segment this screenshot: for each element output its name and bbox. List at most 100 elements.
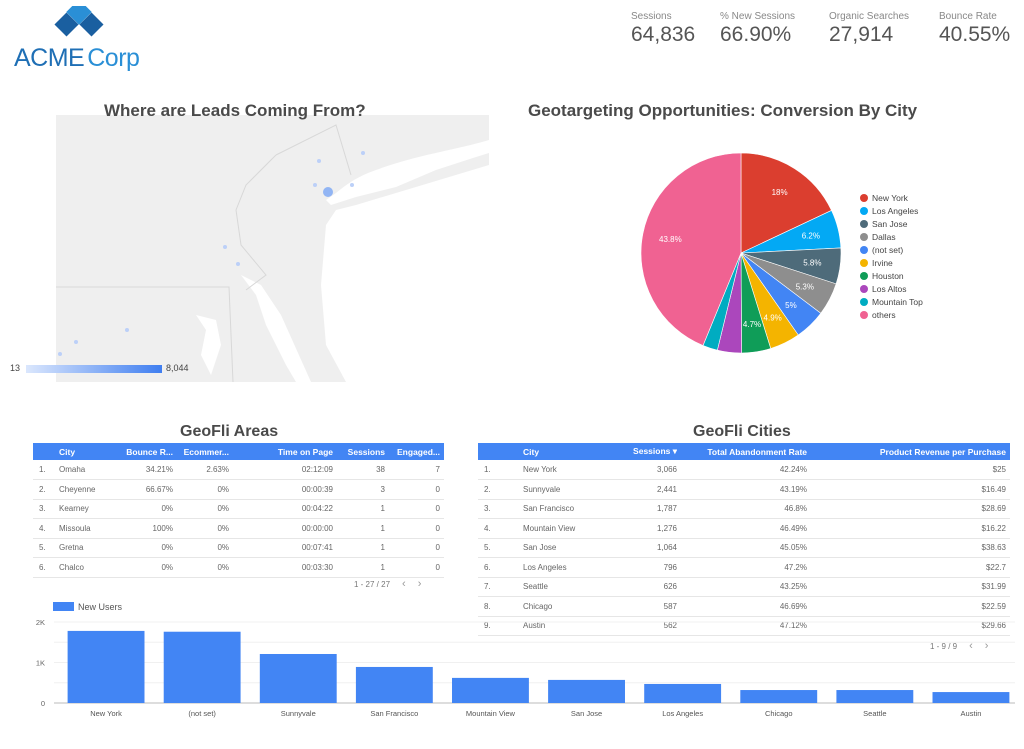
col-time-on-page[interactable]: Time on Page (229, 443, 333, 460)
table-cell: 0% (115, 538, 173, 558)
legend-dot-icon (860, 245, 868, 254)
pie-chart[interactable]: 18% 6.2% 5.8% 5.3% 5%4.9%4.7% 43.8% (630, 150, 850, 360)
table-cell: 3 (333, 479, 385, 500)
col-city[interactable]: City (523, 443, 613, 460)
pie-legend-item[interactable]: San Jose (860, 217, 923, 230)
kpi-label: Sessions (631, 11, 672, 22)
table-row[interactable]: 6. Chalco 0% 0% 00:03:30 1 0 (33, 557, 444, 578)
legend-label: New Users (78, 602, 123, 612)
legend-dot-icon (860, 297, 868, 306)
bar[interactable] (259, 653, 337, 703)
table-cell: $28.69 (807, 499, 1010, 519)
pie-slice-label: 6.2% (802, 232, 820, 241)
next-page-button[interactable]: › (418, 578, 422, 590)
col-sessions-sorted[interactable]: Sessions ▾ (613, 443, 677, 460)
table-row[interactable]: 1. New York 3,066 42.24% $25 (478, 460, 1010, 480)
map-bubble-large[interactable] (323, 187, 333, 197)
col-ecommerce[interactable]: Ecommer... (173, 443, 229, 460)
pie-legend-item[interactable]: Los Altos (860, 282, 923, 295)
table-cell: 0 (385, 518, 444, 539)
pie-legend-item[interactable]: Mountain Top (860, 295, 923, 308)
table-cell: Sunnyvale (523, 479, 613, 500)
table-row[interactable]: 2. Sunnyvale 2,441 43.19% $16.49 (478, 479, 1010, 500)
table-row[interactable]: 2. Cheyenne 66.67% 0% 00:00:39 3 0 (33, 479, 444, 500)
leads-map[interactable] (56, 115, 489, 382)
legend-dot-icon (860, 310, 868, 319)
kpi-organic-searches: Organic Searches 27,914 (829, 11, 909, 47)
table-row[interactable]: 6. Los Angeles 796 47.2% $22.7 (478, 557, 1010, 578)
table-cell: 796 (613, 557, 677, 578)
pie-legend-item[interactable]: Dallas (860, 230, 923, 243)
col-index (478, 443, 523, 460)
map-bubble[interactable] (58, 352, 62, 356)
bar[interactable] (932, 692, 1010, 703)
table-cell: 1 (333, 518, 385, 539)
col-revenue-per-purchase[interactable]: Product Revenue per Purchase (807, 443, 1010, 460)
pie-slice-label: 43.8% (659, 235, 682, 244)
table-row[interactable]: 3. Kearney 0% 0% 00:04:22 1 0 (33, 499, 444, 519)
bar[interactable] (452, 677, 529, 703)
map-bubble[interactable] (350, 183, 354, 187)
pie-legend-item[interactable]: Houston (860, 269, 923, 282)
areas-pagination: 1 - 27 / 27 ‹ › (354, 578, 421, 590)
bar[interactable] (548, 679, 625, 703)
map-bubble[interactable] (361, 151, 365, 155)
pie-slice-label: 4.9% (764, 314, 782, 323)
pie-legend-item[interactable]: others (860, 308, 923, 321)
map-bubble[interactable] (125, 328, 129, 332)
table-row[interactable]: 1. Omaha 34.21% 2.63% 02:12:09 38 7 (33, 460, 444, 480)
bar[interactable] (163, 631, 241, 703)
map-bubble[interactable] (223, 245, 227, 249)
bar[interactable] (355, 666, 433, 703)
col-sessions[interactable]: Sessions (333, 443, 385, 460)
table-row[interactable]: 4. Missoula 100% 0% 00:00:00 1 0 (33, 518, 444, 539)
map-bubble[interactable] (313, 183, 317, 187)
table-row[interactable]: 4. Mountain View 1,276 46.49% $16.22 (478, 518, 1010, 539)
table-cell: New York (523, 460, 613, 480)
pagination-text: 1 - 27 / 27 (354, 580, 391, 589)
legend-dot-icon (860, 284, 868, 293)
table-cell: 0% (115, 499, 173, 519)
pie-slice-label: 5.3% (796, 282, 814, 291)
table-cell: 1 (333, 557, 385, 578)
map-title: Where are Leads Coming From? (104, 101, 366, 120)
areas-table: City Bounce R... Ecommer... Time on Page… (33, 443, 444, 578)
table-cell: 4. (478, 518, 523, 539)
table-row[interactable]: 5. San Jose 1,064 45.05% $38.63 (478, 538, 1010, 558)
table-cell: 100% (115, 518, 173, 539)
pie-slice-label: 18% (772, 188, 788, 197)
table-cell: 1. (478, 460, 523, 480)
table-cell: 0% (115, 557, 173, 578)
legend-dot-icon (860, 193, 868, 202)
map-bubble[interactable] (74, 340, 78, 344)
table-row[interactable]: 3. San Francisco 1,787 46.8% $28.69 (478, 499, 1010, 519)
table-row[interactable]: 7. Seattle 626 43.25% $31.99 (478, 577, 1010, 597)
table-cell: 00:00:00 (229, 518, 333, 539)
bar[interactable] (644, 683, 722, 703)
pie-legend-item[interactable]: New York (860, 191, 923, 204)
bar[interactable] (740, 690, 818, 703)
table-cell: 42.24% (677, 460, 807, 480)
map-bubble[interactable] (317, 159, 321, 163)
new-users-bar-chart[interactable]: New Users 0 1K 2K New York (not set) Sunnyvale… (30, 600, 1020, 725)
legend-swatch-icon (53, 602, 74, 611)
col-abandonment-rate[interactable]: Total Abandonment Rate (677, 443, 807, 460)
x-tick-label: Chicago (765, 709, 793, 718)
map-bubble[interactable] (236, 262, 240, 266)
legend-label: Los Angeles (872, 205, 919, 216)
table-cell: San Jose (523, 538, 613, 558)
table-row[interactable]: 5. Gretna 0% 0% 00:07:41 1 0 (33, 538, 444, 558)
prev-page-button[interactable]: ‹ (402, 578, 406, 590)
acme-logo: ACME Corp (12, 6, 152, 72)
pie-legend-item[interactable]: Los Angeles (860, 204, 923, 217)
table-cell: Omaha (59, 460, 115, 480)
bar[interactable] (67, 630, 145, 703)
x-tick-label: San Jose (571, 709, 602, 718)
col-city[interactable]: City (59, 443, 115, 460)
pie-legend-item[interactable]: Irvine (860, 256, 923, 269)
pie-legend-item[interactable]: (not set) (860, 243, 923, 256)
table-header-row: City Bounce R... Ecommer... Time on Page… (33, 443, 444, 460)
bar[interactable] (836, 690, 914, 703)
col-engaged[interactable]: Engaged... (385, 443, 444, 460)
col-bounce-rate[interactable]: Bounce R... (115, 443, 173, 460)
